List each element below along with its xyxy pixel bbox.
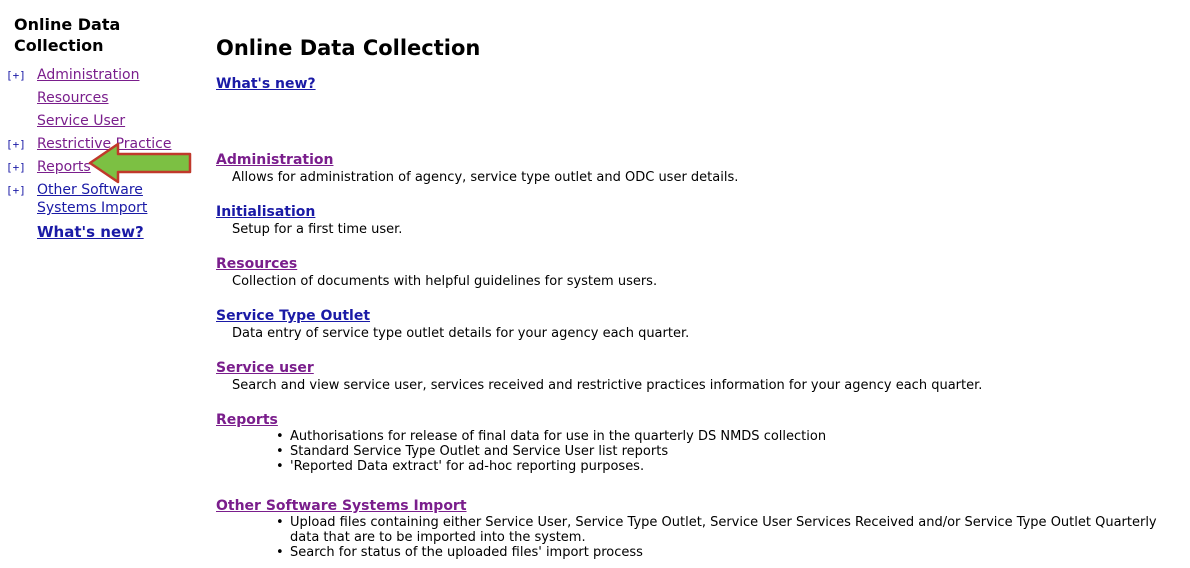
sidebar-link-other-software-line2[interactable]: Systems Import bbox=[6, 199, 147, 217]
list-item: Standard Service Type Outlet and Service… bbox=[216, 444, 1186, 459]
section-link-other-software-systems-import[interactable]: Other Software Systems Import bbox=[216, 497, 1186, 515]
section-link-initialisation[interactable]: Initialisation bbox=[216, 203, 1186, 221]
sidebar-item-other-software-line2[interactable]: Systems Import bbox=[6, 199, 206, 217]
sidebar-nav: Online Data Collection [+] Administration… bbox=[0, 0, 200, 275]
expand-icon[interactable]: [+] bbox=[6, 67, 37, 85]
reports-bullet-list: Authorisations for release of final data… bbox=[216, 429, 1186, 474]
section-description: Allows for administration of agency, ser… bbox=[232, 170, 739, 185]
section-administration: Administration Allows for administration… bbox=[216, 151, 1186, 186]
sidebar-item-service-user[interactable]: Service User bbox=[6, 112, 206, 130]
sidebar-link-service-user[interactable]: Service User bbox=[6, 112, 125, 130]
sidebar-item-resources[interactable]: Resources bbox=[6, 89, 206, 107]
section-initialisation: Initialisation Setup for a first time us… bbox=[216, 203, 1186, 238]
whats-new-link[interactable]: What's new? bbox=[216, 76, 316, 92]
arrow-annotation-icon bbox=[88, 142, 192, 184]
expand-icon[interactable]: [+] bbox=[6, 159, 37, 177]
section-description: Setup for a first time user. bbox=[232, 222, 403, 237]
section-reports: Reports Authorisations for release of fi… bbox=[216, 411, 1186, 474]
section-resources: Resources Collection of documents with h… bbox=[216, 255, 1186, 290]
section-description: Search and view service user, services r… bbox=[232, 378, 983, 393]
list-item: Upload files containing either Service U… bbox=[216, 515, 1186, 545]
section-service-user: Service user Search and view service use… bbox=[216, 359, 1186, 394]
section-other-software-systems-import: Other Software Systems Import Upload fil… bbox=[216, 497, 1186, 560]
import-bullet-list: Upload files containing either Service U… bbox=[216, 515, 1186, 560]
section-service-type-outlet: Service Type Outlet Data entry of servic… bbox=[216, 307, 1186, 342]
sidebar-link-reports[interactable]: Reports bbox=[37, 159, 91, 175]
section-link-service-user[interactable]: Service user bbox=[216, 359, 1186, 377]
section-description: Collection of documents with helpful gui… bbox=[232, 274, 658, 289]
sidebar-title: Online Data Collection bbox=[14, 15, 121, 55]
list-item: 'Reported Data extract' for ad-hoc repor… bbox=[216, 459, 1186, 474]
section-link-resources[interactable]: Resources bbox=[216, 255, 1186, 273]
section-description: Data entry of service type outlet detail… bbox=[232, 326, 690, 341]
expand-icon[interactable]: [+] bbox=[6, 136, 37, 154]
section-link-reports[interactable]: Reports bbox=[216, 411, 1186, 429]
sidebar-item-administration[interactable]: [+] Administration bbox=[6, 66, 206, 85]
sidebar-link-resources[interactable]: Resources bbox=[6, 89, 109, 107]
expand-icon[interactable]: [+] bbox=[6, 182, 37, 200]
section-link-administration[interactable]: Administration bbox=[216, 151, 1186, 169]
list-item: Authorisations for release of final data… bbox=[216, 429, 1186, 444]
section-link-service-type-outlet[interactable]: Service Type Outlet bbox=[216, 307, 1186, 325]
list-item: Search for status of the uploaded files'… bbox=[216, 545, 1186, 560]
page-title: Online Data Collection bbox=[216, 36, 481, 60]
sidebar-whats-new-link[interactable]: What's new? bbox=[37, 223, 144, 241]
sidebar-link-administration[interactable]: Administration bbox=[37, 67, 139, 83]
